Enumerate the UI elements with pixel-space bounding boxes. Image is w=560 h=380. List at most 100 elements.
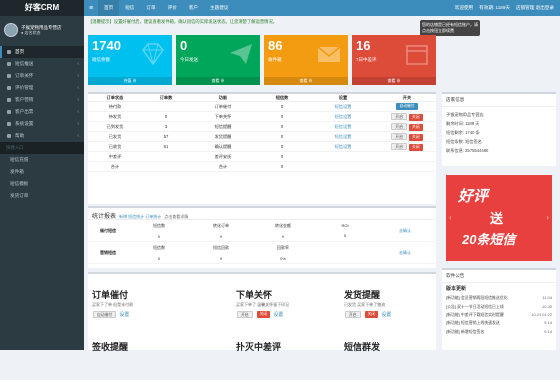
on-button[interactable]: 开启 bbox=[345, 311, 361, 318]
sms-settings-link[interactable]: 短信设置 bbox=[308, 114, 378, 120]
nav-suggestions[interactable]: 主题建议 bbox=[204, 0, 234, 16]
chevron-left-icon: ‹ bbox=[77, 121, 79, 127]
sidebar-item-label: 订单关怀 bbox=[15, 73, 34, 78]
store-name: 子猴宠物用品专营店 bbox=[446, 111, 484, 117]
sidebar-item-orders[interactable]: 订单关怀 ‹ bbox=[0, 70, 84, 82]
stat-label: 转化金额 bbox=[275, 222, 291, 228]
card-desc: 已发货 买家下单了物流 bbox=[344, 302, 386, 307]
col-header: 功能 bbox=[218, 94, 228, 100]
sms-settings-link[interactable]: 短信设置 bbox=[308, 124, 378, 130]
help-icon bbox=[7, 134, 11, 138]
chevron-right-icon[interactable]: › bbox=[546, 213, 549, 222]
settings-link[interactable]: 设置 bbox=[119, 311, 129, 318]
stat-value: 0 bbox=[343, 233, 347, 238]
sidebar-item-marketing[interactable]: 客户营销 ‹ bbox=[0, 94, 84, 106]
card-title: 发货提醒 bbox=[344, 290, 381, 300]
on-button[interactable]: 开启 bbox=[391, 112, 407, 120]
info-box-number: 16 bbox=[356, 38, 371, 53]
cell-function: 差评安抚 bbox=[214, 153, 232, 159]
off-button[interactable]: 关闭 bbox=[409, 133, 423, 141]
card-title: 扑灭中差评 bbox=[236, 342, 282, 352]
info-box-view-link[interactable]: 查看 ⊕ bbox=[176, 77, 260, 85]
sidebar-item-settings[interactable]: 系统设置 ‹ bbox=[0, 118, 84, 130]
card-receipt-reminder: 签收提醒 bbox=[92, 340, 192, 380]
list-item[interactable]: [新功能] 中差评下载短信实时提醒 10-21 01:22 bbox=[442, 311, 556, 319]
nav-sms[interactable]: 短信 bbox=[119, 0, 140, 16]
off-button[interactable]: 关闭 bbox=[409, 143, 423, 151]
list-item[interactable]: [新功能] 会员营销两段短信推送优化 11-04 bbox=[442, 294, 556, 302]
list-item[interactable]: [新功能] 新增短信签名 9-14 bbox=[442, 328, 556, 336]
sidebar-item-home[interactable]: 首页 bbox=[0, 46, 84, 58]
sidebar-item-reviews[interactable]: 评价管理 ‹ bbox=[0, 82, 84, 94]
on-button[interactable]: 开启 bbox=[391, 132, 407, 140]
account-links[interactable]: 店铺管理 退出登录 bbox=[516, 5, 554, 11]
announcement-panel: 软件公告 版本更新 [新功能] 会员营销两段短信推送优化 11-04 [公告] 双… bbox=[442, 268, 556, 350]
col-header: 订单数 bbox=[159, 94, 173, 100]
nav-orders[interactable]: 订单 bbox=[140, 0, 161, 16]
cell-orders: 3 bbox=[164, 124, 168, 129]
chevron-left-icon: ‹ bbox=[77, 97, 79, 103]
avatar[interactable] bbox=[4, 23, 18, 37]
info-box-label: 收件箱 bbox=[268, 57, 282, 62]
auto-remind-button[interactable]: 自动催付 bbox=[396, 103, 418, 110]
announcement-text: [新功能] 新增短信签名 bbox=[446, 328, 485, 334]
sms-settings-link[interactable]: 短信设置 bbox=[308, 134, 378, 140]
cell-switch: 自动催付 bbox=[378, 103, 436, 110]
sms-settings-link[interactable]: 短信设置 bbox=[308, 104, 378, 110]
table-row: 已到发货 3 短信提醒 0 短信设置 开启 关闭 bbox=[88, 122, 436, 132]
settings-link[interactable]: 设置 bbox=[381, 311, 391, 318]
chevron-left-icon[interactable]: ‹ bbox=[449, 213, 452, 222]
on-button[interactable]: 开启 bbox=[237, 311, 253, 318]
on-button[interactable]: 开启 bbox=[391, 122, 407, 130]
cell-sms: 0 bbox=[280, 154, 284, 159]
quick-item-shipped[interactable]: 发货订单 bbox=[0, 190, 84, 202]
quick-section-title: 快捷入口 bbox=[0, 142, 84, 154]
info-box-label: 今日发送 bbox=[180, 57, 198, 62]
off-button[interactable]: 关闭 bbox=[409, 113, 423, 121]
info-box-view-link[interactable]: 查看 ⊕ bbox=[264, 77, 348, 85]
auto-remind-button[interactable]: 自动催付 bbox=[93, 311, 117, 318]
store-info-panel: 店家信息 子猴宠物用品专营店 剩余时间: 1189 天 短信剩余: 1740 条… bbox=[442, 92, 556, 166]
stats-subtitle[interactable]: 新增 短信统计 订单统计 bbox=[119, 214, 161, 219]
quick-item-label: 发货订单 bbox=[10, 193, 29, 198]
col-header: 开关 bbox=[402, 94, 412, 100]
info-box-number: 86 bbox=[268, 38, 283, 53]
stat-value: 0 bbox=[157, 255, 161, 261]
list-item[interactable]: [新功能] 短信营销上线快速发送 9-14 bbox=[442, 319, 556, 327]
off-button[interactable]: 关闭 bbox=[409, 123, 423, 131]
stat-value: 0 bbox=[281, 233, 285, 239]
promo-banner[interactable]: ‹ 好评 送 20条短信 › bbox=[446, 175, 552, 261]
app-logo[interactable]: 好客CRM bbox=[0, 0, 84, 16]
sidebar-item-customers[interactable]: 客户出票 ‹ bbox=[0, 106, 84, 118]
menu-toggle-icon[interactable]: ≡ bbox=[84, 5, 98, 12]
nav-home[interactable]: 首页 bbox=[98, 0, 120, 16]
list-item[interactable]: [公告] 双十一节日活动短信已上线 10-30 bbox=[442, 302, 556, 310]
stats-confirm-link[interactable]: 去确认 bbox=[376, 250, 434, 256]
quick-item-recharge[interactable]: 短信充值 bbox=[0, 154, 84, 166]
sidebar-menu: 首页 短信推送 ‹ 订单关怀 ‹ 评价管理 ‹ 客户营销 ‹ 客户出票 ‹ 系统设置 ‹ 帮… bbox=[0, 46, 84, 202]
nav-reviews[interactable]: 评价 bbox=[162, 0, 183, 16]
stats-header: 统计报表 新增 短信统计 订单统计 点击查看详情 bbox=[88, 208, 436, 220]
stats-row: 营销短信 短信数 0 短信回款 0 回款率 0% 去确认 bbox=[88, 242, 436, 264]
quick-item-templates[interactable]: 短信模板 bbox=[0, 178, 84, 190]
cell-function: 订单催付 bbox=[214, 103, 232, 109]
chevron-left-icon: ‹ bbox=[77, 133, 79, 139]
settings-link[interactable]: 设置 bbox=[273, 311, 283, 318]
nav-customers[interactable]: 客户 bbox=[183, 0, 204, 16]
info-box-view-link[interactable]: 查看 ⊕ bbox=[352, 77, 436, 85]
store-contact: 联系信息: 2575544480 bbox=[446, 147, 489, 153]
quick-item-outbox[interactable]: 发件箱 bbox=[0, 166, 84, 178]
cell-sms: 0 bbox=[280, 124, 284, 129]
sms-settings-link[interactable]: 短信设置 bbox=[308, 144, 378, 150]
table-row: 待发货 0 下单关怀 0 短信设置 开启 关闭 bbox=[88, 112, 436, 122]
stats-confirm-link[interactable]: 去确认 bbox=[376, 228, 434, 234]
off-button[interactable]: 关闭 bbox=[256, 311, 271, 318]
info-box-recharge-link[interactable]: 充值 ⊕ bbox=[88, 77, 172, 85]
banner-text-3: 20条短信 bbox=[462, 232, 516, 247]
sidebar-item-sms[interactable]: 短信推送 ‹ bbox=[0, 58, 84, 70]
off-button[interactable]: 关闭 bbox=[364, 311, 379, 318]
stat-value: 0 bbox=[157, 233, 161, 239]
announcement-subtitle: 版本更新 bbox=[446, 286, 467, 292]
sidebar-item-help[interactable]: 帮助 ‹ bbox=[0, 130, 84, 142]
on-button[interactable]: 开启 bbox=[391, 142, 407, 150]
